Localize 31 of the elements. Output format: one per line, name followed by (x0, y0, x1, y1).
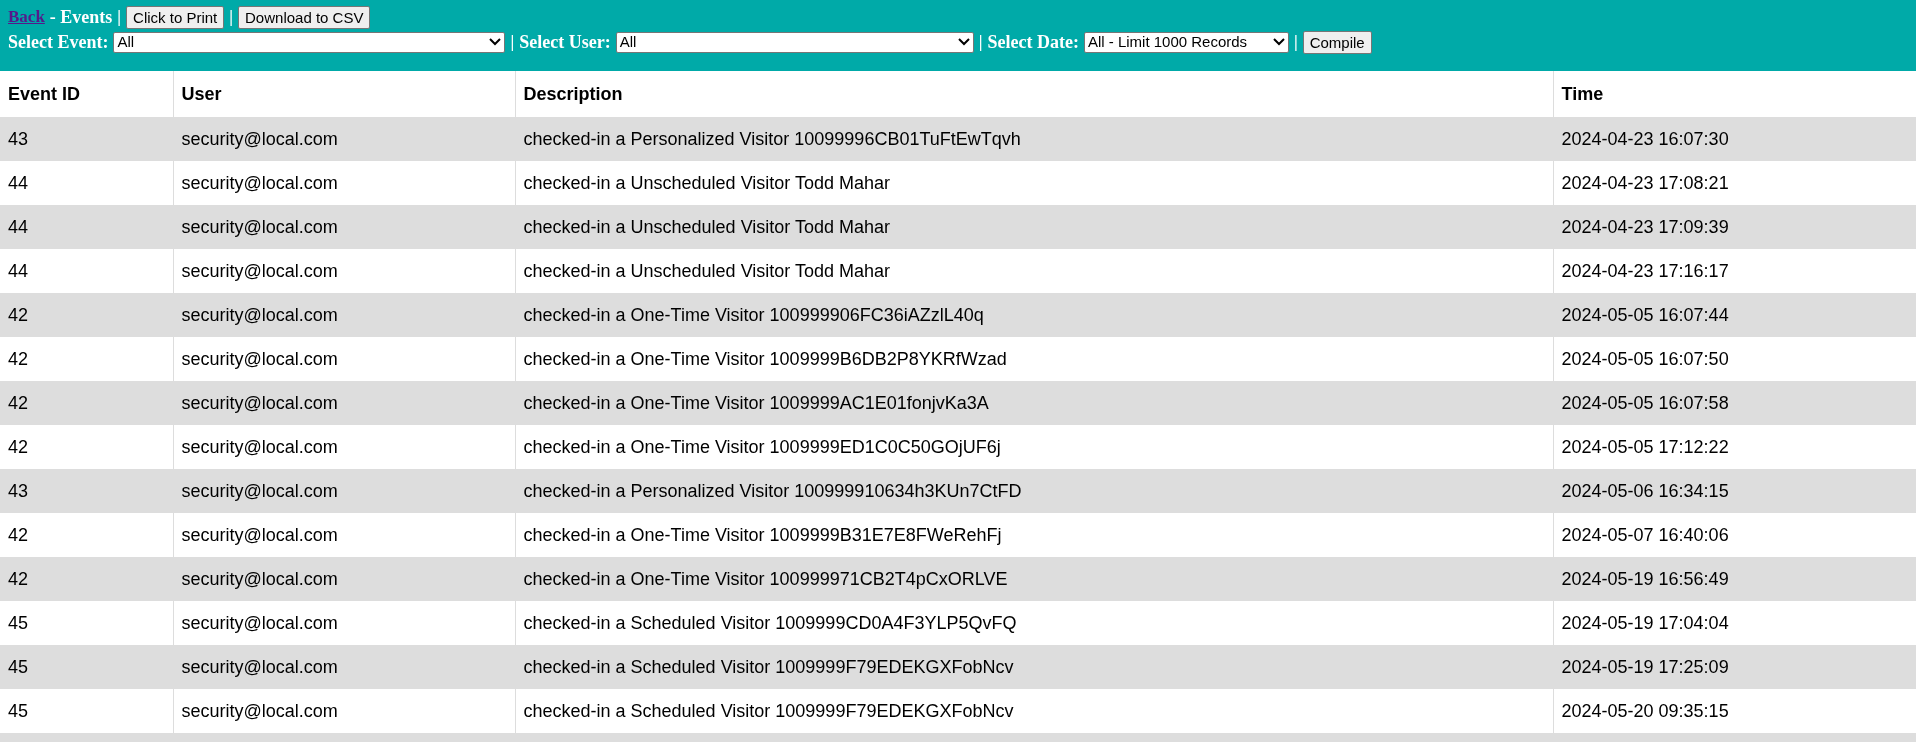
column-header: Event ID (0, 71, 173, 117)
chevron-down-icon (1272, 38, 1285, 46)
toolbar-label: Select Date: (987, 30, 1079, 54)
chevron-down-icon (489, 38, 502, 46)
toolbar-button[interactable]: Download to CSV (238, 5, 371, 29)
separator-text: | (117, 6, 122, 29)
toolbar-button[interactable]: Compile (1302, 30, 1372, 54)
toolbar-label: - Events (49, 5, 113, 29)
dropdown[interactable]: All (615, 31, 974, 53)
separator-text: | (510, 31, 515, 54)
table-cell: 45 (0, 601, 173, 645)
back-link[interactable]: Back (8, 4, 45, 30)
table-cell: 42 (0, 513, 173, 557)
dropdown[interactable]: All (113, 31, 506, 53)
table-cell: 42 (0, 425, 173, 469)
table-cell: 42 (0, 381, 173, 425)
separator-text: | (229, 6, 234, 29)
toolbar-label: Select Event: (8, 30, 109, 54)
table-cell: 43 (0, 469, 173, 513)
table-cell: 45 (0, 645, 173, 689)
table-cell: 44 (0, 161, 173, 205)
chevron-down-icon (957, 38, 970, 46)
table-cell: 45 (0, 689, 173, 733)
separator-text: | (978, 31, 983, 54)
dropdown[interactable]: All - Limit 1000 Records (1083, 31, 1289, 53)
toolbar-label: Select User: (519, 30, 611, 54)
separator-text: | (1293, 31, 1298, 54)
table-cell: 42 (0, 557, 173, 601)
toolbar-button[interactable]: Click to Print (126, 5, 225, 29)
table-cell: 42 (0, 337, 173, 381)
table-cell: 44 (0, 249, 173, 293)
